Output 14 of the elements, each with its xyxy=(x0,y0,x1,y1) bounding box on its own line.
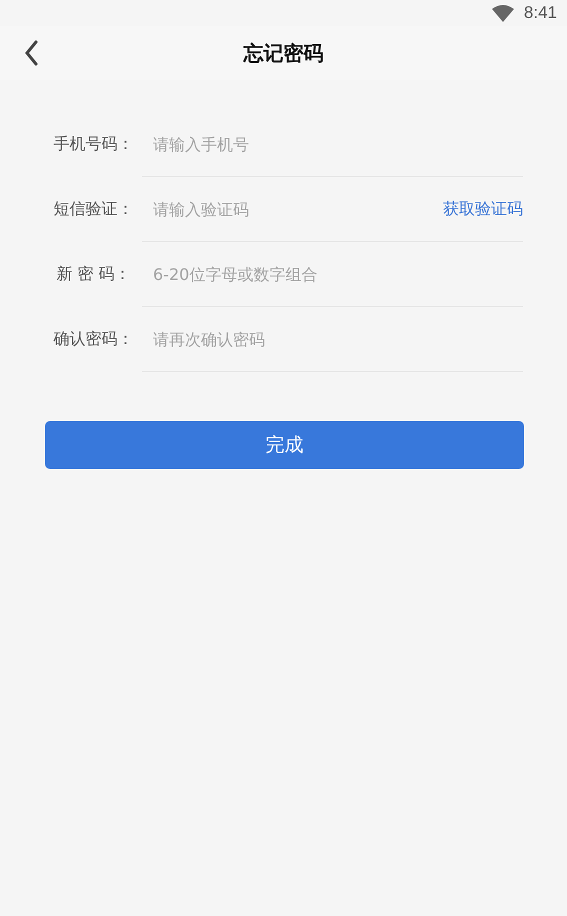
chevron-left-icon xyxy=(24,40,38,66)
input-field[interactable]: 请输入手机号 xyxy=(142,112,523,176)
field-label: 手机号码： xyxy=(52,133,134,155)
input-field[interactable]: 请再次确认密码 xyxy=(142,307,523,371)
get-code-link[interactable]: 获取验证码 xyxy=(443,198,523,220)
field-label: 新 密 码： xyxy=(55,263,132,285)
input-field[interactable]: 请输入验证码 xyxy=(142,177,443,241)
page-title: 忘记密码 xyxy=(244,40,324,66)
input-field[interactable]: 6-20位字母或数字组合 xyxy=(142,242,523,306)
field-label: 确认密码： xyxy=(52,328,134,350)
wifi-icon xyxy=(492,4,514,22)
status-time: 8:41 xyxy=(524,3,557,23)
submit-button[interactable]: 完成 xyxy=(45,421,524,469)
field-label: 短信验证： xyxy=(52,198,134,220)
